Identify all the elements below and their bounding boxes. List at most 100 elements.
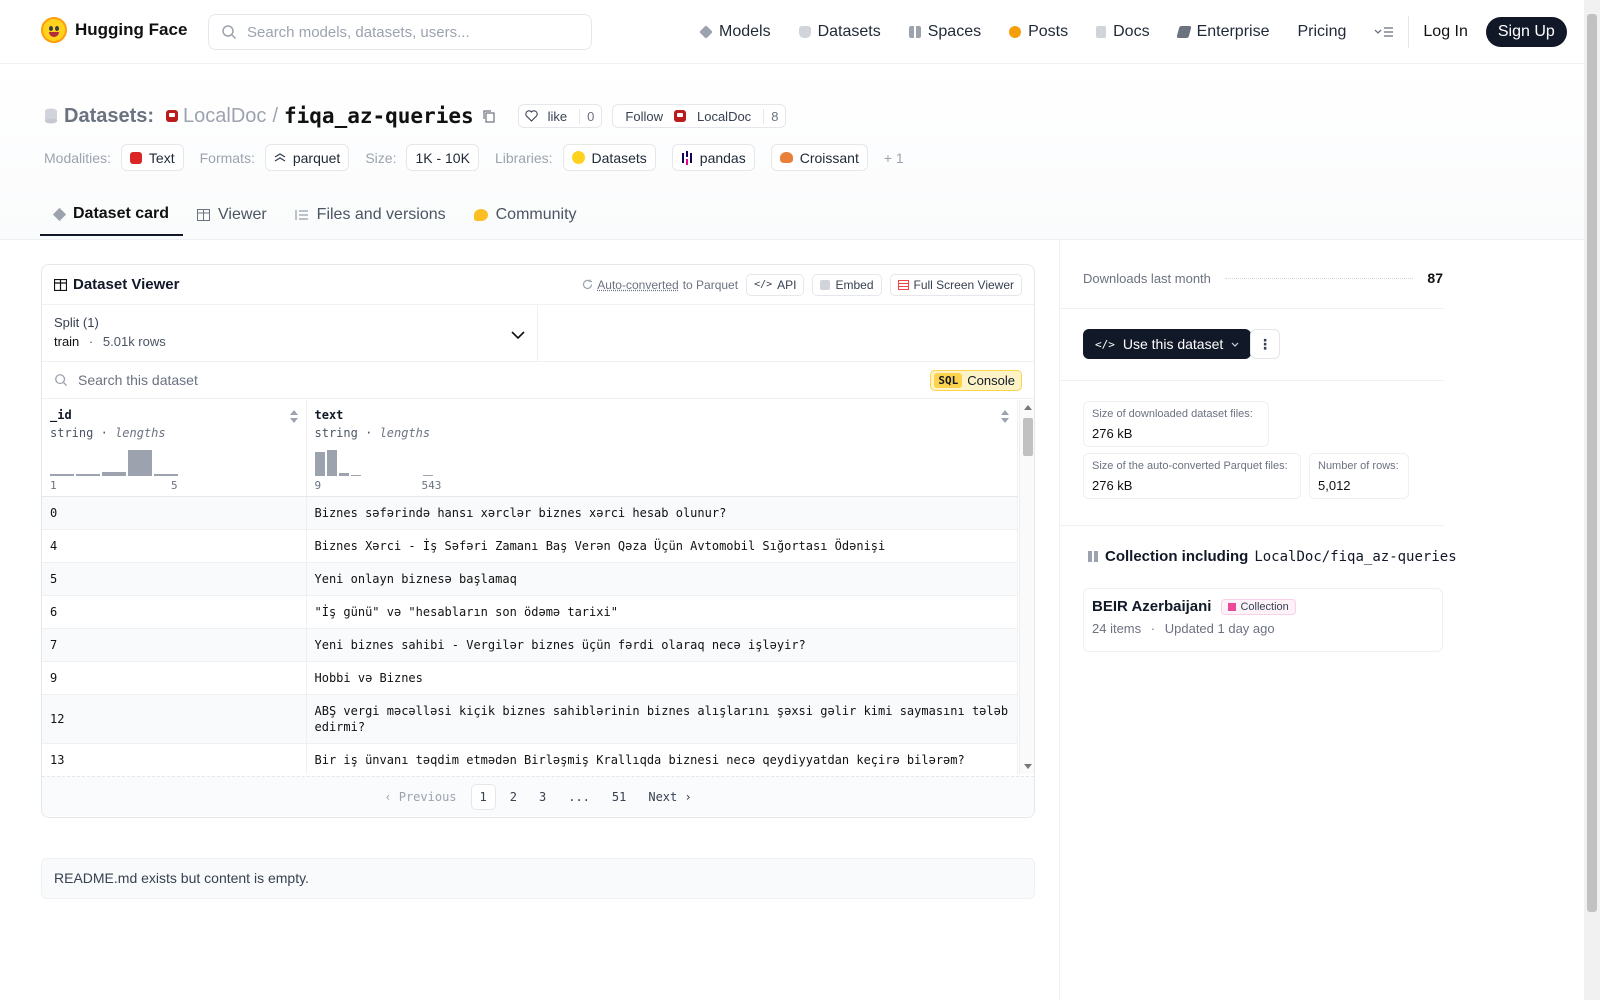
nav-enterprise[interactable]: Enterprise bbox=[1175, 23, 1269, 41]
dataset-search-input[interactable] bbox=[78, 372, 918, 388]
login-button[interactable]: Log In bbox=[1423, 23, 1467, 41]
use-this-dataset-button[interactable]: </> Use this dataset bbox=[1083, 329, 1252, 359]
nav-pricing[interactable]: Pricing bbox=[1297, 23, 1346, 41]
tab-files[interactable]: Files and versions bbox=[281, 194, 460, 236]
signup-button[interactable]: Sign Up bbox=[1485, 17, 1567, 47]
more-libraries[interactable]: + 1 bbox=[884, 150, 904, 166]
format-tag[interactable]: parquet bbox=[264, 144, 350, 171]
collection-card[interactable]: BEIR Azerbaijani Collection 24 items · U… bbox=[1083, 588, 1443, 652]
collection-item-count: 24 items bbox=[1092, 621, 1142, 636]
table-row[interactable]: 4 Biznes Xərci - İş Səfəri Zamanı Baş Ver… bbox=[42, 529, 1018, 563]
dataset-icon bbox=[45, 108, 57, 124]
nav-spaces[interactable]: Spaces bbox=[908, 23, 981, 41]
parquet-icon bbox=[274, 152, 286, 162]
table-row[interactable]: 0 Biznes səfərində hansı xərclər biznes x… bbox=[42, 496, 1018, 530]
scroll-up-arrow-icon[interactable] bbox=[1024, 405, 1032, 410]
nav-datasets[interactable]: Datasets bbox=[798, 23, 881, 41]
hugging-face-logo-icon bbox=[41, 17, 67, 43]
embed-button[interactable]: Embed bbox=[812, 273, 882, 296]
nav-more-menu[interactable] bbox=[1374, 25, 1394, 39]
global-search[interactable] bbox=[208, 14, 592, 50]
page-scrollbar[interactable] bbox=[1584, 0, 1600, 1000]
global-search-input[interactable] bbox=[247, 23, 567, 41]
split-name: train bbox=[54, 334, 80, 349]
table-row[interactable]: 12 ABŞ vergi məcəlləsi kiçik biznes sahib… bbox=[42, 694, 1018, 744]
previous-page-button[interactable]: ‹ Previous bbox=[376, 785, 464, 809]
follow-button[interactable]: Follow LocalDoc 8 bbox=[612, 104, 787, 128]
refresh-icon bbox=[583, 279, 593, 289]
viewer-title: Dataset Viewer bbox=[54, 276, 179, 293]
hugging-face-icon bbox=[571, 151, 585, 164]
sql-console-button[interactable]: SQL Console bbox=[930, 369, 1022, 391]
scrollbar-thumb[interactable] bbox=[1023, 418, 1033, 456]
table-scrollbar[interactable] bbox=[1019, 400, 1034, 774]
search-icon bbox=[55, 374, 68, 387]
repo-org-link[interactable]: LocalDoc bbox=[183, 105, 266, 128]
page-51-button[interactable]: 51 bbox=[604, 785, 634, 809]
brand-name: Hugging Face bbox=[75, 20, 188, 39]
library-tag-datasets[interactable]: Datasets bbox=[562, 144, 656, 171]
like-button[interactable]: like 0 bbox=[517, 104, 603, 128]
collection-icon bbox=[1088, 551, 1099, 562]
api-button[interactable]: </> API bbox=[746, 273, 805, 296]
length-histogram bbox=[50, 448, 178, 476]
table-icon bbox=[197, 209, 211, 221]
tab-viewer[interactable]: Viewer bbox=[183, 194, 281, 236]
nav-posts[interactable]: Posts bbox=[1009, 23, 1068, 41]
sidebar-separator bbox=[1060, 308, 1444, 309]
row-count-stat: Number of rows: 5,012 bbox=[1309, 453, 1409, 499]
data-table-container: _id string · lengths 1 5 text string · l… bbox=[42, 400, 1018, 774]
page-scrollbar-thumb[interactable] bbox=[1587, 14, 1597, 912]
column-header-text[interactable]: text string · lengths 9 543 bbox=[306, 400, 1018, 497]
croissant-icon bbox=[779, 152, 793, 163]
scroll-down-arrow-icon[interactable] bbox=[1024, 764, 1032, 769]
logo-link[interactable]: Hugging Face bbox=[41, 17, 187, 43]
downloads-count: 87 bbox=[1427, 270, 1443, 286]
modality-tag[interactable]: Text bbox=[120, 144, 184, 171]
library-tag-croissant[interactable]: Croissant bbox=[770, 144, 868, 171]
size-tag[interactable]: 1K - 10K bbox=[406, 144, 479, 171]
next-page-button[interactable]: Next › bbox=[640, 785, 699, 809]
page-1-button[interactable]: 1 bbox=[470, 783, 496, 810]
kebab-menu-icon: ⋮ bbox=[1258, 335, 1272, 352]
downloads-stat: Downloads last month 87 bbox=[1083, 270, 1443, 286]
dataset-viewer: Dataset Viewer Auto-converted to Parquet… bbox=[41, 264, 1035, 818]
copy-icon[interactable] bbox=[482, 109, 496, 123]
heart-icon bbox=[524, 110, 538, 122]
table-icon bbox=[54, 278, 67, 291]
nav-models[interactable]: Models bbox=[699, 23, 771, 41]
table-row[interactable]: 9 Hobbi və Biznes bbox=[42, 661, 1018, 695]
column-header-id[interactable]: _id string · lengths 1 5 bbox=[42, 400, 307, 497]
sort-icon[interactable] bbox=[1001, 410, 1009, 424]
org-avatar-icon bbox=[166, 110, 179, 122]
page-2-button[interactable]: 2 bbox=[502, 785, 525, 809]
models-icon bbox=[699, 25, 713, 39]
table-row[interactable]: 6 "İş günü" və "hesabların son ödəmə tari… bbox=[42, 595, 1018, 629]
repo-tabs: Dataset card Viewer Files and versions C… bbox=[40, 194, 591, 236]
full-screen-viewer-button[interactable]: Full Screen Viewer bbox=[889, 273, 1022, 296]
page-3-button[interactable]: 3 bbox=[531, 785, 554, 809]
table-row[interactable]: 5 Yeni onlayn biznesə başlamaq bbox=[42, 562, 1018, 596]
repo-type-label[interactable]: Datasets: bbox=[64, 105, 154, 128]
auto-converted-link[interactable]: Auto-converted bbox=[597, 278, 678, 292]
parquet-size-stat: Size of the auto-converted Parquet files… bbox=[1083, 453, 1301, 499]
nav-docs[interactable]: Docs bbox=[1096, 23, 1150, 41]
chevron-down-icon bbox=[1231, 342, 1239, 347]
tab-community[interactable]: Community bbox=[460, 194, 591, 236]
split-selector[interactable]: Split (1) train · 5.01k rows bbox=[42, 305, 538, 361]
library-tag-pandas[interactable]: pandas bbox=[671, 144, 755, 171]
table-row[interactable]: 7 Yeni biznes sahibi - Vergilər biznes üç… bbox=[42, 628, 1018, 662]
dataset-search: SQL Console bbox=[42, 362, 1034, 399]
sort-icon[interactable] bbox=[289, 410, 298, 424]
code-icon: </> bbox=[754, 279, 773, 290]
tab-dataset-card[interactable]: Dataset card bbox=[40, 194, 184, 236]
follower-count: 8 bbox=[763, 108, 785, 124]
full-screen-icon bbox=[897, 279, 909, 290]
repo-name[interactable]: fiqa_az-queries bbox=[284, 104, 474, 128]
code-icon: </> bbox=[1095, 337, 1115, 351]
table-row[interactable]: 13 Bir iş ünvanı təqdim etmədən Birləşmiş… bbox=[42, 743, 1018, 774]
pagination: ‹ Previous 1 2 3 ... 51 Next › bbox=[42, 776, 1034, 816]
more-options-button[interactable]: ⋮ bbox=[1250, 329, 1280, 359]
sidebar-separator bbox=[1060, 380, 1444, 381]
enterprise-icon bbox=[1175, 26, 1192, 38]
